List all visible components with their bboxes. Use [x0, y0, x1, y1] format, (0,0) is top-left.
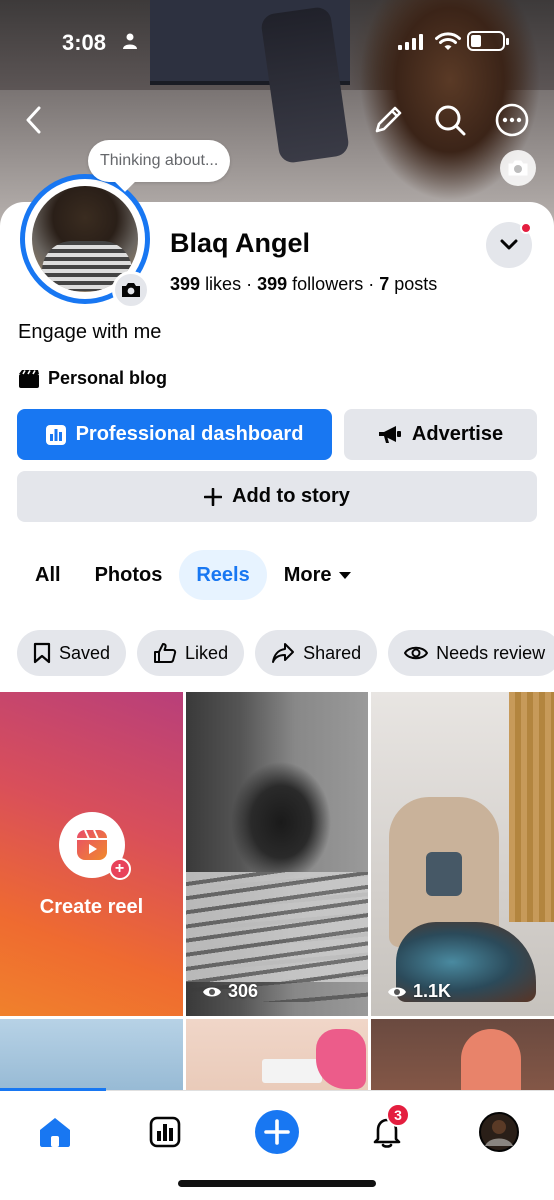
tab-all-label: All	[35, 563, 61, 586]
dashboard-icon	[45, 424, 66, 445]
filter-shared-label: Shared	[303, 642, 362, 663]
filter-needs-review-label: Needs review	[436, 642, 546, 663]
followers-label[interactable]: followers	[292, 274, 363, 294]
reel-thumbnail[interactable]: 306	[186, 692, 368, 1016]
plus-badge-icon: +	[108, 857, 131, 880]
home-indicator	[178, 1180, 376, 1187]
tab-more[interactable]: More	[267, 550, 369, 600]
profile-note-bubble[interactable]: Thinking about...	[88, 140, 231, 192]
create-icon[interactable]	[252, 1107, 302, 1157]
clapperboard-icon	[19, 369, 39, 388]
edit-cover-camera-icon[interactable]	[500, 150, 536, 186]
create-reel-tile[interactable]: + Create reel	[0, 692, 183, 1016]
reel-views: 306	[202, 981, 258, 1002]
professional-dashboard-label: Professional dashboard	[75, 423, 304, 445]
megaphone-icon	[378, 425, 401, 443]
likes-count: 399	[170, 274, 201, 294]
filter-liked[interactable]: Liked	[137, 630, 245, 676]
signal-icon	[398, 34, 423, 50]
tab-photos[interactable]: Photos	[78, 550, 180, 600]
person-icon	[123, 33, 137, 49]
notifications-badge: 3	[386, 1103, 410, 1127]
caret-down-icon	[338, 572, 351, 579]
profile-note-text: Thinking about...	[100, 152, 219, 169]
eye-icon	[388, 987, 406, 996]
posts-count: 7	[379, 274, 390, 294]
stats-separator: ·	[246, 274, 253, 294]
edit-avatar-camera-icon[interactable]	[112, 271, 150, 309]
reel-views-count: 306	[228, 981, 259, 1001]
notification-dot	[520, 222, 532, 234]
search-icon[interactable]	[430, 100, 470, 140]
reel-views: 1.1K	[387, 981, 451, 1002]
home-icon[interactable]	[30, 1107, 80, 1157]
eye-icon	[203, 987, 221, 996]
stats-separator: ·	[368, 274, 375, 294]
advertise-button[interactable]: Advertise	[344, 409, 537, 460]
share-icon	[272, 643, 295, 663]
filter-shared[interactable]: Shared	[255, 630, 378, 676]
back-icon[interactable]	[14, 100, 54, 140]
profile-tabs: All Photos Reels More	[18, 550, 369, 600]
tab-photos-label: Photos	[94, 563, 163, 586]
eye-icon	[404, 646, 429, 660]
tab-reels-label: Reels	[196, 563, 250, 586]
profile-category: Personal blog	[18, 368, 167, 389]
posts-label: posts	[394, 274, 438, 294]
status-time: 3:08	[62, 30, 107, 55]
dashboard-icon[interactable]	[140, 1107, 190, 1157]
likes-label[interactable]: likes	[205, 274, 241, 294]
more-options-icon[interactable]	[492, 100, 532, 140]
profile-name: Blaq Angel	[170, 228, 311, 258]
profile-bio: Engage with me	[18, 321, 162, 343]
reel-views-count: 1.1K	[413, 981, 452, 1001]
notifications-icon[interactable]: 3	[362, 1103, 412, 1157]
profile-dropdown-button[interactable]	[486, 222, 532, 268]
filter-liked-label: Liked	[185, 642, 229, 663]
wifi-icon	[435, 32, 461, 50]
status-bar: 3:08	[0, 0, 554, 80]
category-label: Personal blog	[48, 368, 168, 388]
battery-icon	[467, 31, 509, 51]
thumbs-up-icon	[154, 643, 177, 663]
add-to-story-button[interactable]: Add to story	[17, 471, 537, 522]
tab-more-label: More	[283, 563, 332, 586]
professional-dashboard-button[interactable]: Professional dashboard	[17, 409, 332, 460]
advertise-label: Advertise	[411, 423, 504, 445]
reel-thumbnail[interactable]: 1.1K	[371, 692, 554, 1016]
profile-stats: 399 likes · 399 followers · 7 posts	[170, 274, 437, 295]
chevron-down-icon	[500, 239, 518, 250]
followers-count: 399	[257, 274, 288, 294]
scroll-progress-bar	[0, 1088, 106, 1091]
filter-saved-label: Saved	[59, 642, 111, 663]
profile-avatar[interactable]	[474, 1107, 524, 1157]
reel-filter-chips: Saved Liked Shared Needs review	[17, 630, 554, 676]
filter-saved[interactable]: Saved	[17, 630, 127, 676]
reels-icon: +	[58, 811, 131, 880]
edit-pencil-icon[interactable]	[368, 100, 408, 140]
create-reel-label: Create reel	[39, 895, 144, 918]
tab-reels[interactable]: Reels	[179, 550, 267, 600]
bookmark-icon	[33, 642, 51, 664]
filter-needs-review[interactable]: Needs review	[388, 630, 554, 676]
tab-all[interactable]: All	[18, 550, 78, 600]
add-to-story-label: Add to story	[232, 485, 350, 507]
plus-icon	[204, 487, 223, 506]
